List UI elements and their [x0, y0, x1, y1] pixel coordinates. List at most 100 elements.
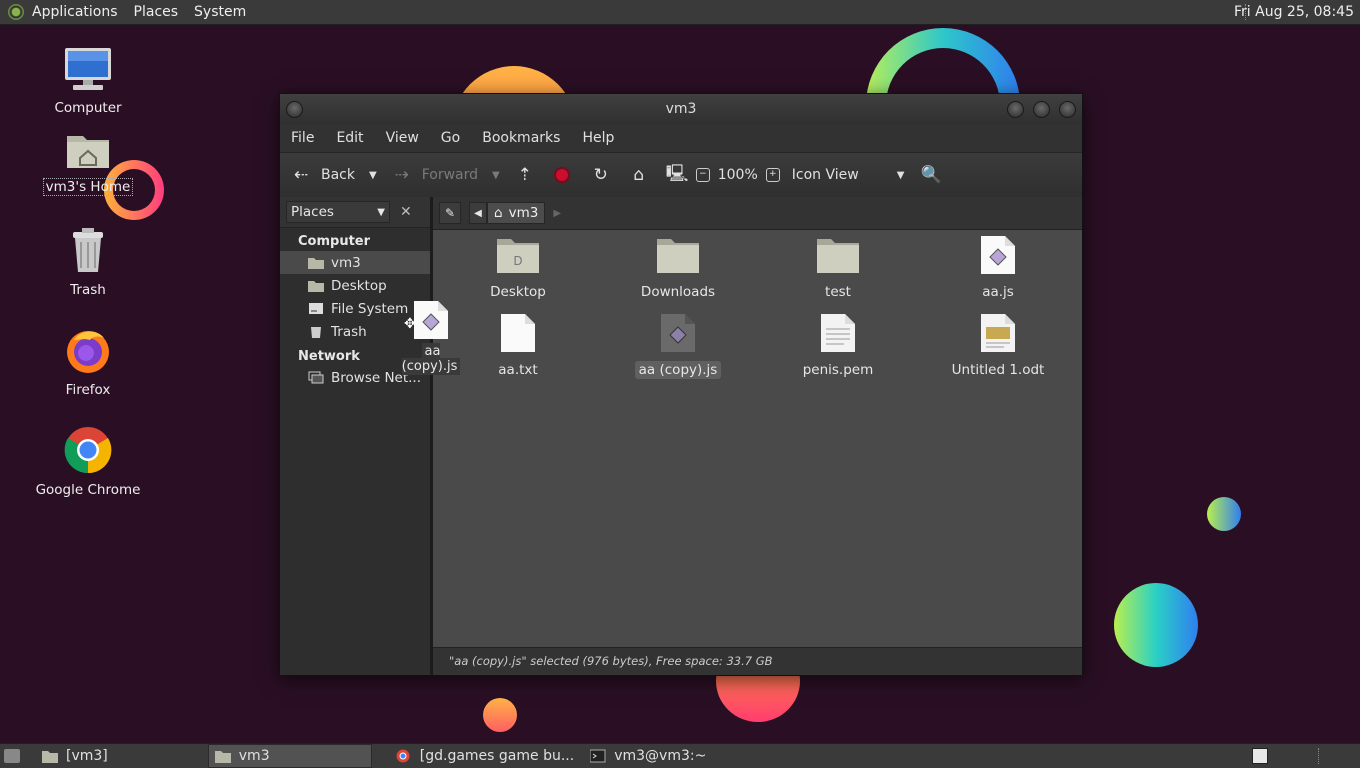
- desktop-icon-home[interactable]: vm3's Home: [33, 130, 143, 196]
- downloads-folder-icon: [657, 239, 699, 273]
- sidebar-pane-select[interactable]: Places ▼: [286, 201, 390, 223]
- file-item[interactable]: penis.pem: [778, 313, 898, 379]
- sidebar-item-label: Desktop: [331, 277, 387, 294]
- taskbar-item-label: vm3: [238, 748, 270, 764]
- file-item[interactable]: Downloads: [618, 235, 738, 301]
- chrome-icon: [33, 426, 143, 478]
- desktop-icon-computer[interactable]: Computer: [33, 46, 143, 116]
- menu-file[interactable]: File: [280, 130, 325, 146]
- home-folder-icon: ⌂: [633, 165, 645, 185]
- file-grid: D Desktop Downloads test aa.js aa.txt aa…: [433, 229, 1082, 647]
- sidebar-pane-label: Places: [291, 204, 334, 220]
- desktop-icon-trash[interactable]: Trash: [33, 226, 143, 298]
- menu-view[interactable]: View: [375, 130, 430, 146]
- close-button[interactable]: [1059, 101, 1076, 118]
- up-button[interactable]: ⇡: [514, 165, 536, 185]
- file-manager-window: vm3 File Edit View Go Bookmarks Help ⇠ B…: [279, 93, 1083, 676]
- document-file-icon: [981, 314, 1015, 352]
- computer-icon: 🖳: [665, 163, 689, 184]
- home-folder-icon: ⌂: [494, 205, 503, 221]
- script-file-icon: [414, 301, 448, 339]
- back-arrow-icon: ⇠: [293, 165, 309, 185]
- path-left-button[interactable]: ◀: [469, 202, 487, 224]
- desktop-icon-chrome[interactable]: Google Chrome: [33, 426, 143, 498]
- maximize-button[interactable]: [1033, 101, 1050, 118]
- file-item[interactable]: D Desktop: [458, 235, 578, 301]
- sidebar-close-icon[interactable]: ✕: [400, 204, 412, 220]
- wallpaper-ball-small: [1207, 497, 1241, 531]
- path-crumb-vm3[interactable]: ⌂ vm3: [487, 202, 546, 224]
- drag-ghost-label: aa (copy).js: [401, 343, 461, 375]
- zoom-in-icon: +: [765, 168, 780, 182]
- minimize-button[interactable]: [1007, 101, 1024, 118]
- zoom-out-icon: −: [695, 168, 710, 182]
- file-label: test: [825, 284, 851, 300]
- file-item[interactable]: aa.js: [938, 235, 1058, 301]
- workspace-switcher[interactable]: [1252, 748, 1268, 764]
- forward-button[interactable]: ⇢ Forward ▼: [391, 165, 500, 185]
- taskbar-item-label: vm3@vm3:~: [614, 748, 707, 764]
- view-mode-select[interactable]: Icon View ▼: [792, 167, 905, 183]
- path-crumb-label: vm3: [508, 205, 539, 221]
- sidebar-item-label: Trash: [331, 323, 367, 340]
- panel-separator: [1318, 748, 1320, 764]
- zoom-in-button[interactable]: +: [765, 168, 780, 182]
- computer-button[interactable]: 🖳: [665, 161, 689, 190]
- menu-help[interactable]: Help: [571, 130, 625, 146]
- trash-icon: [33, 226, 143, 278]
- distro-logo-icon[interactable]: [8, 4, 24, 20]
- chevron-right-icon[interactable]: ▶: [553, 208, 561, 219]
- sidebar-header: Places ▼ ✕: [280, 197, 430, 228]
- menu-applications[interactable]: Applications: [24, 4, 126, 20]
- menu-bookmarks[interactable]: Bookmarks: [471, 130, 571, 146]
- file-view: ✎ ◀ ⌂ vm3 ▶ D Desktop Downloads test aa.…: [433, 197, 1082, 675]
- text-file-icon: [501, 314, 535, 352]
- sidebar-item-desktop[interactable]: Desktop: [280, 274, 430, 297]
- clock[interactable]: Fri Aug 25, 08:45: [1234, 0, 1354, 24]
- forward-history-dropdown[interactable]: ▼: [492, 170, 500, 181]
- taskbar-item-active[interactable]: vm3: [207, 744, 372, 768]
- file-item-selected[interactable]: aa (copy).js: [618, 313, 738, 379]
- top-panel: Applications Places System Fri Aug 25, 0…: [0, 0, 1360, 25]
- search-icon: 🔍: [920, 165, 942, 185]
- home-button[interactable]: ⌂: [628, 165, 650, 185]
- up-arrow-icon: ⇡: [517, 165, 532, 185]
- zoom-out-button[interactable]: −: [695, 168, 710, 182]
- taskbar-item[interactable]: [gd.games game bu...: [390, 745, 580, 767]
- menu-go[interactable]: Go: [430, 130, 471, 146]
- window-title: vm3: [665, 101, 697, 117]
- file-label: aa.txt: [498, 362, 538, 378]
- desktop-icon-firefox[interactable]: Firefox: [33, 326, 143, 398]
- stop-icon: [553, 167, 570, 183]
- taskbar-item[interactable]: vm3@vm3:~: [584, 745, 712, 767]
- forward-arrow-icon: ⇢: [394, 165, 409, 185]
- zoom-level: 100%: [717, 167, 758, 183]
- window-titlebar[interactable]: vm3: [280, 94, 1082, 124]
- firefox-icon: [33, 326, 143, 378]
- file-item[interactable]: Untitled 1.odt: [938, 313, 1058, 379]
- taskbar-item[interactable]: [vm3]: [36, 745, 114, 767]
- search-button[interactable]: 🔍: [920, 165, 942, 185]
- stop-button[interactable]: [553, 167, 570, 183]
- taskbar-item-label: [vm3]: [66, 748, 108, 764]
- show-desktop-button[interactable]: [0, 745, 32, 767]
- forward-label: Forward: [421, 167, 479, 183]
- menu-places[interactable]: Places: [126, 4, 187, 20]
- back-button[interactable]: ⇠ Back ▼: [290, 165, 377, 185]
- taskbar-item-label: [gd.games game bu...: [419, 748, 575, 764]
- home-folder-icon: [308, 256, 324, 269]
- file-item[interactable]: aa.txt: [458, 313, 578, 379]
- reload-icon: ↻: [593, 165, 608, 185]
- edit-location-button[interactable]: ✎: [439, 202, 461, 224]
- desktop-icon-label: Firefox: [65, 382, 111, 398]
- wallpaper-ball-big: [1114, 583, 1198, 667]
- show-desktop-icon: [4, 749, 20, 763]
- sidebar-item-vm3[interactable]: vm3: [280, 251, 430, 274]
- menu-system[interactable]: System: [186, 4, 254, 20]
- back-history-dropdown[interactable]: ▼: [369, 170, 377, 181]
- file-label: aa (copy).js: [634, 361, 722, 379]
- menu-edit[interactable]: Edit: [325, 130, 374, 146]
- sidebar-item-label: vm3: [331, 254, 361, 271]
- reload-button[interactable]: ↻: [590, 165, 612, 185]
- file-item[interactable]: test: [778, 235, 898, 301]
